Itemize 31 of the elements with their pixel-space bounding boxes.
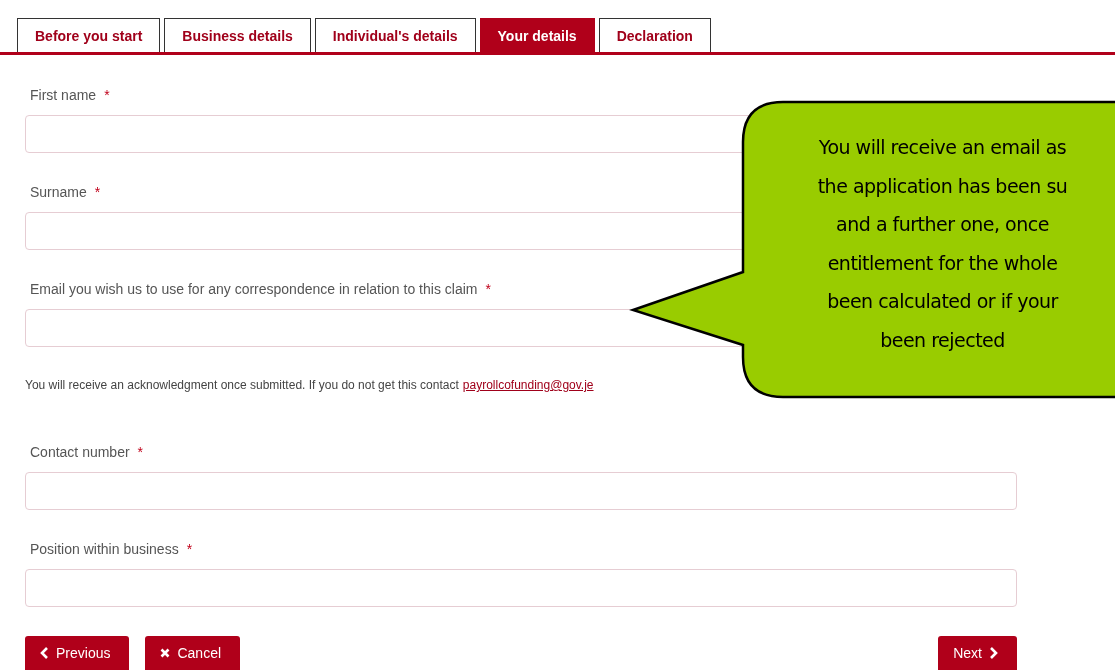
- field-label: Contact number: [30, 443, 130, 462]
- required-mark: *: [186, 540, 193, 559]
- field-label: Position within business: [30, 540, 179, 559]
- field-label: Email you wish us to use for any correspondence in relation to this claim: [30, 280, 478, 299]
- callout-text: entitlement for the whole: [827, 250, 1058, 276]
- callout-text: been calculated or if your: [827, 289, 1058, 315]
- chevron-right-icon: [989, 647, 998, 659]
- field-label: First name: [30, 86, 97, 105]
- button[interactable]: Previous: [25, 636, 130, 670]
- close-icon: [160, 648, 171, 658]
- email-link[interactable]: payrollcofunding@gov.je: [462, 376, 594, 394]
- tab[interactable]: Business details: [164, 18, 311, 52]
- tab[interactable]: Your details: [479, 18, 595, 52]
- callout-text: You will receive an email as: [818, 135, 1067, 160]
- required-mark: *: [485, 280, 491, 299]
- required-mark: *: [104, 86, 110, 105]
- field-label: Surname: [30, 183, 87, 202]
- tab[interactable]: Individual's details: [314, 18, 476, 52]
- button[interactable]: Cancel: [145, 636, 241, 670]
- callout-text: and a further one, once: [836, 212, 1049, 238]
- chevron-left-icon: [40, 647, 49, 659]
- callout-text: the application has been su: [817, 173, 1068, 199]
- required-mark: *: [94, 183, 101, 202]
- note-text: You will receive an acknowledgment once submitted. If you do not get this contact: [25, 377, 459, 394]
- input-field[interactable]: [25, 569, 1017, 607]
- tab[interactable]: Declaration: [598, 18, 711, 52]
- input-field[interactable]: [25, 472, 1017, 510]
- tab[interactable]: Before you start: [17, 18, 161, 52]
- button[interactable]: Next: [938, 636, 1017, 670]
- required-mark: *: [137, 443, 144, 462]
- callout-text: been rejected: [880, 327, 1005, 353]
